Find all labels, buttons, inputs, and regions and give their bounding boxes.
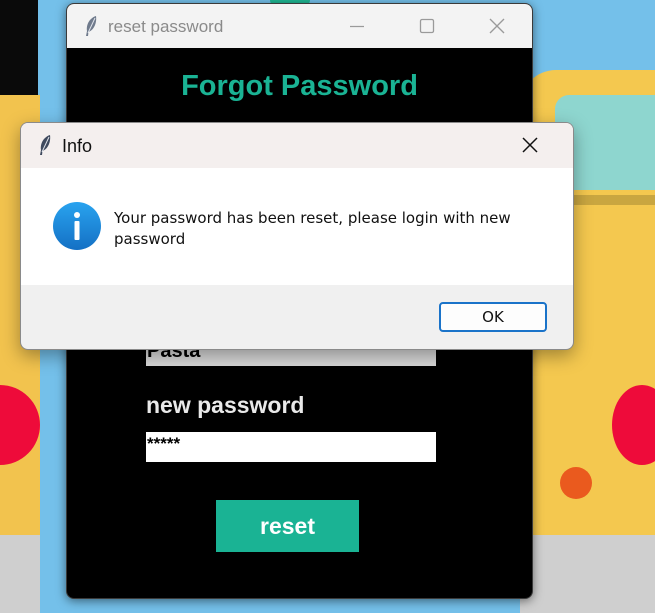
reset-button[interactable]: reset xyxy=(216,500,359,552)
page-title: Forgot Password xyxy=(181,70,418,102)
minimize-button[interactable] xyxy=(322,4,392,48)
minimize-icon xyxy=(350,25,364,28)
window-titlebar[interactable]: reset password xyxy=(67,4,532,48)
background-ground-left xyxy=(0,535,40,613)
new-password-label: new password xyxy=(146,392,305,418)
info-dialog: Info Your password has been reset, pleas… xyxy=(20,122,574,350)
new-password-field[interactable]: ***** xyxy=(146,432,436,462)
dialog-title: Info xyxy=(62,136,93,156)
close-button[interactable] xyxy=(462,4,532,48)
feather-icon xyxy=(84,15,98,37)
maximize-button[interactable] xyxy=(392,4,462,48)
background-bus-indicator xyxy=(560,467,592,499)
ok-button[interactable]: OK xyxy=(439,302,547,332)
feather-icon xyxy=(38,134,52,156)
close-icon xyxy=(522,137,538,153)
maximize-icon xyxy=(419,18,435,34)
dialog-message: Your password has been reset, please log… xyxy=(114,209,511,248)
background-ground-right xyxy=(520,535,655,613)
window-title: reset password xyxy=(108,17,224,36)
dialog-titlebar[interactable]: Info xyxy=(21,123,573,168)
info-icon xyxy=(52,201,102,251)
dialog-close-button[interactable] xyxy=(503,123,573,168)
dialog-body: Your password has been reset, please log… xyxy=(21,168,573,285)
close-icon xyxy=(489,18,505,34)
